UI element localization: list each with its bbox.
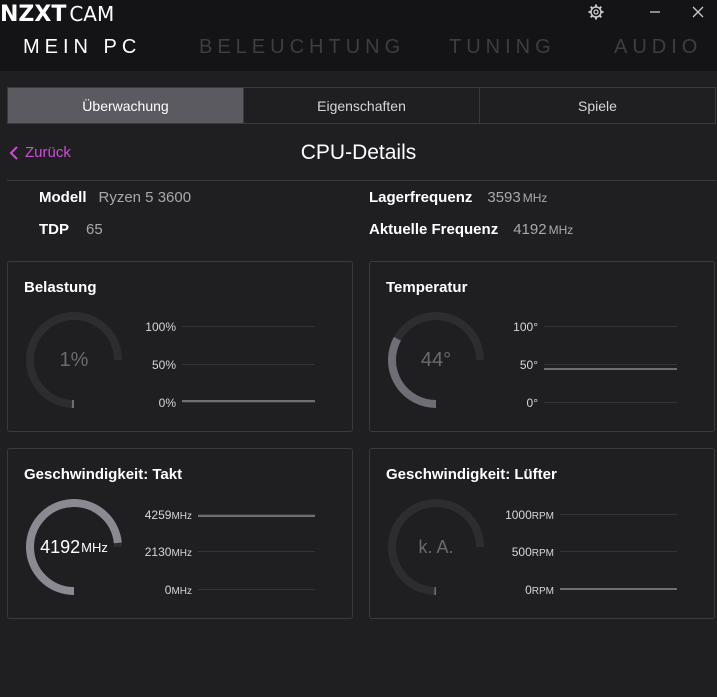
gear-icon — [588, 4, 604, 20]
card-fan-speed: Geschwindigkeit: Lüfter k. A. 1000RPM 50… — [369, 448, 715, 619]
load-axis-bottom: 0% — [158, 396, 176, 410]
close-button[interactable] — [683, 0, 713, 24]
spec-base-unit: MHz — [522, 191, 548, 205]
spec-current-frequency: Aktuelle Frequenz 4192 MHz — [369, 221, 573, 238]
fan-gauge-value: k. A. — [384, 495, 488, 599]
clock-history-line — [198, 514, 315, 517]
temperature-axis-bottom: 0° — [526, 396, 538, 410]
clock-axis-top: 4259MHz — [128, 508, 192, 522]
load-axis-mid: 50% — [151, 358, 176, 372]
logo-product: CAM — [69, 2, 115, 26]
chevron-left-icon — [9, 145, 18, 160]
spec-current-label: Aktuelle Frequenz — [369, 221, 499, 238]
fan-axis-bottom-value: 0 — [525, 583, 532, 597]
spec-tdp-label: TDP — [39, 221, 69, 238]
card-fan-title: Geschwindigkeit: Lüfter — [386, 466, 557, 483]
clock-grid-mid — [198, 551, 315, 552]
settings-button[interactable] — [581, 0, 611, 24]
temperature-grid-top — [544, 326, 677, 327]
tab-spiele[interactable]: Spiele — [480, 88, 715, 123]
temperature-axis-top: 100° — [513, 320, 538, 334]
fan-axis-top-value: 1000 — [505, 508, 532, 522]
clock-axis-mid-value: 2130 — [144, 545, 172, 559]
nav-mein-pc[interactable]: MEIN PC — [23, 36, 141, 59]
spec-model-value: Ryzen 5 3600 — [98, 189, 192, 206]
load-value: 1% — [59, 348, 89, 371]
load-axis-top: 100% — [145, 320, 176, 334]
page-title: CPU-Details — [300, 141, 417, 164]
load-grid-top — [182, 326, 315, 327]
clock-axis-top-value: 4259 — [144, 508, 172, 522]
spec-current-unit: MHz — [548, 223, 574, 237]
divider — [7, 180, 716, 181]
spec-current-value: 4192 — [513, 221, 547, 238]
minimize-icon — [650, 11, 660, 13]
spec-model: Modell Ryzen 5 3600 — [39, 189, 191, 206]
card-clock-title: Geschwindigkeit: Takt — [24, 466, 183, 483]
nav-beleuchtung[interactable]: BELEUCHTUNG — [199, 36, 405, 59]
clock-axis-mid-unit: MHz — [171, 548, 192, 559]
load-grid-mid — [182, 364, 315, 365]
title-bar: NZXT CAM MEIN PC BELEUCHTUNG TUNING AUDI… — [0, 0, 717, 71]
clock-axis-top-unit: MHz — [171, 511, 192, 522]
tab-eigenschaften[interactable]: Eigenschaften — [244, 88, 480, 123]
spec-base-value: 3593 — [487, 189, 521, 206]
logo-brand: NZXT — [0, 2, 67, 27]
clock-gauge-value: 4192 MHz — [22, 495, 126, 599]
sub-tabs: Überwachung Eigenschaften Spiele — [7, 87, 716, 124]
temperature-grid-bottom — [544, 402, 677, 403]
spec-base-label: Lagerfrequenz — [369, 189, 473, 206]
temperature-axis-mid: 50° — [519, 358, 538, 372]
fan-axis-bottom: 0RPM — [490, 583, 554, 597]
card-load: Belastung 1% 100% 50% 0% — [7, 261, 353, 432]
clock-axis-mid: 2130MHz — [128, 545, 192, 559]
clock-unit: MHz — [81, 539, 108, 555]
fan-axis-mid-value: 500 — [511, 545, 532, 559]
back-link[interactable]: Zurück — [9, 144, 71, 161]
card-load-title: Belastung — [24, 279, 97, 296]
fan-axis-bottom-unit: RPM — [531, 586, 554, 597]
clock-grid-bottom — [198, 589, 315, 590]
temperature-value: 44° — [420, 348, 452, 371]
clock-axis-bottom-unit: MHz — [171, 586, 192, 597]
fan-history-line — [560, 588, 677, 590]
load-gauge-value: 1% — [22, 308, 126, 412]
temperature-gauge-value: 44° — [384, 308, 488, 412]
fan-axis-mid-unit: RPM — [531, 548, 554, 559]
fan-axis-top: 1000RPM — [490, 508, 554, 522]
main-nav: MEIN PC BELEUCHTUNG TUNING AUDIO — [0, 36, 717, 66]
temperature-history-line — [544, 367, 677, 370]
fan-value: k. A. — [418, 536, 454, 557]
load-history-line — [182, 400, 315, 403]
nzxt-cam-logo: NZXT CAM — [0, 2, 115, 27]
spec-base-frequency: Lagerfrequenz 3593 MHz — [369, 189, 547, 206]
fan-axis-mid: 500RPM — [490, 545, 554, 559]
clock-value: 4192 — [40, 536, 81, 557]
temperature-grid-mid — [544, 364, 677, 365]
fan-grid-mid — [560, 551, 677, 552]
spec-tdp-value: 65 — [86, 221, 103, 238]
tab-ueberwachung[interactable]: Überwachung — [8, 88, 244, 123]
fan-grid-top — [560, 514, 677, 515]
card-clock-speed: Geschwindigkeit: Takt 4192 MHz 4259MHz 21… — [7, 448, 353, 619]
card-temperature-title: Temperatur — [386, 279, 468, 296]
minimize-button[interactable] — [640, 0, 670, 24]
close-icon — [692, 6, 704, 18]
nav-audio[interactable]: AUDIO — [614, 36, 702, 59]
fan-axis-top-unit: RPM — [531, 511, 554, 522]
back-label: Zurück — [25, 144, 71, 161]
spec-model-label: Modell — [39, 189, 87, 206]
card-temperature: Temperatur 44° 100° 50° 0° — [369, 261, 715, 432]
nav-tuning[interactable]: TUNING — [449, 36, 556, 59]
clock-axis-bottom: 0MHz — [128, 583, 192, 597]
spec-tdp: TDP 65 — [39, 221, 103, 238]
